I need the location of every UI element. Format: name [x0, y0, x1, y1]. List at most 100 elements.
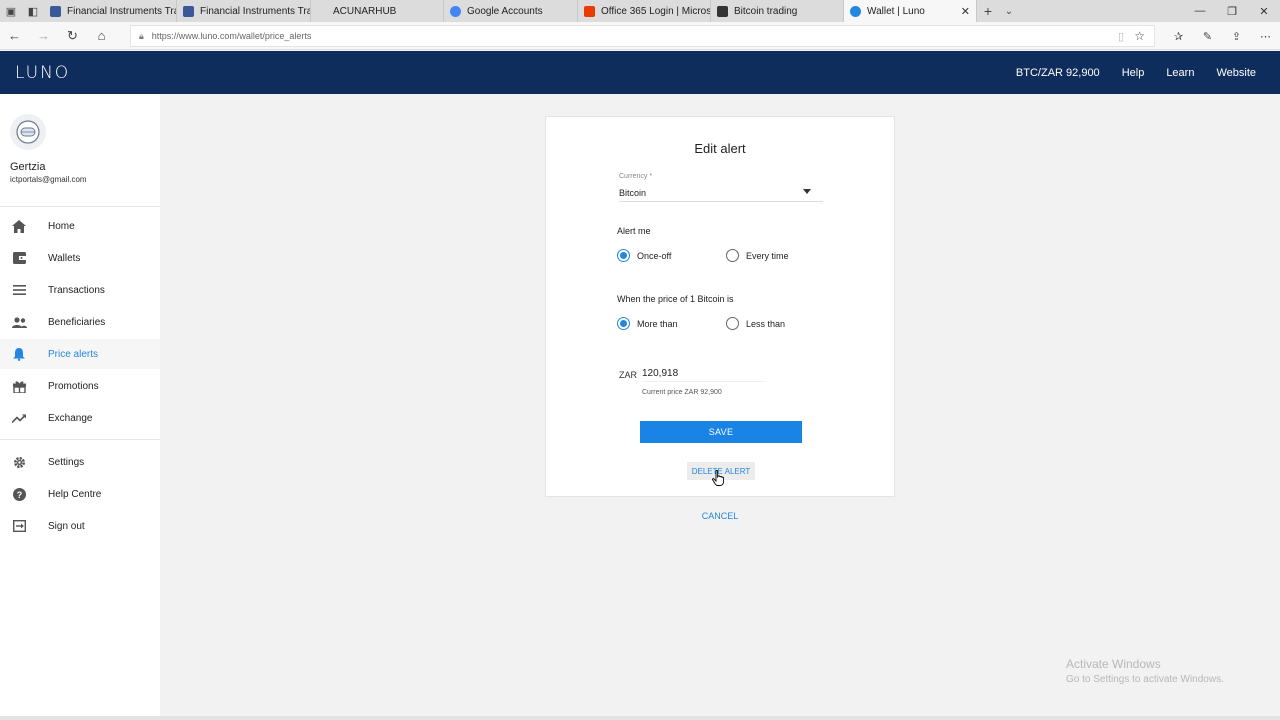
app-header: LUNO BTC/ZAR 92,900 Help Learn Website	[0, 51, 1280, 94]
close-window-icon[interactable]: ✕	[1248, 0, 1280, 22]
radio-label: More than	[637, 318, 678, 329]
people-icon	[10, 315, 28, 329]
close-tab-icon[interactable]: ✕	[961, 5, 970, 18]
help-icon: ?	[10, 487, 28, 501]
sidebar-item-wallets[interactable]: Wallets	[0, 243, 160, 273]
gear-icon	[10, 455, 28, 469]
trending-up-icon	[10, 411, 28, 425]
luno-logo[interactable]: LUNO	[15, 63, 70, 83]
share-icon[interactable]: ⇪	[1222, 22, 1251, 50]
sidebar-item-transactions[interactable]: Transactions	[0, 275, 160, 305]
radio-label: Every time	[746, 250, 789, 261]
tab-label: Google Accounts	[467, 5, 543, 17]
restore-icon[interactable]: ❐	[1216, 0, 1248, 22]
dropdown-caret-icon	[803, 189, 811, 194]
browser-tab[interactable]: Financial Instruments Tradir	[177, 0, 311, 22]
tab-label: Office 365 Login | Microsoft	[601, 5, 711, 17]
page-title: Edit alert	[694, 141, 746, 156]
more-icon[interactable]: ⋯	[1251, 22, 1280, 50]
lock-icon: 🔒︎	[139, 30, 144, 41]
sidebar-item-price-alerts[interactable]: Price alerts	[0, 339, 160, 369]
currency-value: Bitcoin	[619, 188, 647, 198]
google-icon	[450, 5, 461, 17]
radio-once-off[interactable]: Once-off	[617, 249, 671, 262]
astronaut-icon	[16, 120, 40, 144]
sidebar-item-home[interactable]: Home	[0, 211, 160, 241]
back-icon[interactable]: ←	[0, 22, 29, 50]
edit-alert-card: Edit alert Currency * Bitcoin Alert me O…	[545, 116, 895, 497]
tab-label: ACUNARHUB	[333, 5, 397, 17]
browser-tab[interactable]: Office 365 Login | Microsoft	[578, 0, 711, 22]
pen-icon[interactable]: ✎	[1193, 22, 1222, 50]
chevron-down-icon[interactable]: ⌄	[999, 6, 1019, 17]
save-button[interactable]: SAVE	[640, 421, 802, 443]
radio-every-time[interactable]: Every time	[726, 249, 789, 262]
radio-unselected-icon[interactable]	[726, 249, 739, 262]
sidebar-item-label: Home	[48, 220, 75, 232]
forward-icon[interactable]: →	[29, 22, 58, 50]
radio-selected-icon[interactable]	[617, 317, 630, 330]
favorite-star-icon[interactable]: ☆	[1134, 29, 1145, 43]
sidebar-item-label: Sign out	[48, 520, 85, 532]
window-controls: — ❐ ✕	[1184, 0, 1280, 22]
radio-selected-icon[interactable]	[617, 249, 630, 262]
cancel-button[interactable]: CANCEL	[690, 511, 750, 521]
sidebar-item-promotions[interactable]: Promotions	[0, 371, 160, 401]
radio-label: Once-off	[637, 250, 672, 261]
url-field[interactable]: 🔒︎ https://www.luno.com/wallet/price_ale…	[130, 25, 1155, 47]
nav-learn[interactable]: Learn	[1166, 67, 1194, 79]
nav-help[interactable]: Help	[1122, 67, 1145, 79]
tab-label: Wallet | Luno	[867, 5, 925, 17]
reading-view-icon[interactable]: ▯	[1118, 30, 1124, 43]
current-price-hint: Current price ZAR 92,900	[642, 389, 722, 396]
favorites-icon[interactable]: ✰	[1164, 22, 1193, 50]
tab-preview-icon[interactable]: ◧	[22, 0, 44, 22]
home-icon	[10, 219, 28, 233]
radio-less-than[interactable]: Less than	[726, 317, 785, 330]
radio-unselected-icon[interactable]	[726, 317, 739, 330]
address-bar: ← → ↻ ⌂ 🔒︎ https://www.luno.com/wallet/p…	[0, 22, 1280, 50]
tab-actions-icon[interactable]: ▣	[0, 0, 22, 22]
gift-icon	[10, 379, 28, 393]
refresh-icon[interactable]: ↻	[58, 22, 87, 50]
sidebar-item-label: Transactions	[48, 284, 105, 296]
user-name: Gertzia	[10, 161, 46, 173]
price-input[interactable]: 120,918	[642, 366, 766, 382]
sidebar: Gertzia ictportals@gmail.com Home Wallet…	[0, 94, 160, 720]
condition-label: When the price of 1 Bitcoin is	[617, 294, 734, 304]
browser-tab[interactable]: ACUNARHUB	[311, 0, 444, 22]
bitcoin-site-icon	[717, 5, 728, 17]
browser-tab[interactable]: Bitcoin trading	[711, 0, 844, 22]
sidebar-item-label: Settings	[48, 456, 85, 468]
btc-zar-ticker[interactable]: BTC/ZAR 92,900	[1016, 67, 1100, 79]
sidebar-item-sign-out[interactable]: Sign out	[0, 511, 160, 541]
browser-tab[interactable]: Financial Instruments Tradir	[44, 0, 177, 22]
browser-tab-bar: ▣ ◧ Financial Instruments Tradir Financi…	[0, 0, 1280, 22]
home-page-icon[interactable]: ⌂	[87, 22, 116, 50]
radio-more-than[interactable]: More than	[617, 317, 678, 330]
browser-tab-active[interactable]: Wallet | Luno ✕	[844, 0, 977, 22]
currency-select[interactable]: Bitcoin	[619, 184, 823, 202]
taskbar-edge	[0, 716, 1280, 720]
sidebar-item-beneficiaries[interactable]: Beneficiaries	[0, 307, 160, 337]
new-tab-icon[interactable]: +	[977, 3, 999, 19]
activate-windows-title: Activate Windows	[1066, 657, 1161, 671]
bell-icon	[10, 347, 28, 361]
office-icon	[584, 5, 595, 17]
nav-website[interactable]: Website	[1216, 67, 1256, 79]
tab-label: Financial Instruments Tradir	[67, 5, 176, 17]
browser-tab[interactable]: Google Accounts	[444, 0, 578, 22]
sidebar-item-label: Price alerts	[48, 348, 99, 360]
sidebar-item-help-centre[interactable]: ? Help Centre	[0, 479, 160, 509]
avatar[interactable]	[10, 114, 46, 150]
sidebar-item-label: Help Centre	[48, 488, 102, 500]
list-icon	[10, 283, 28, 297]
sidebar-item-label: Exchange	[48, 412, 93, 424]
facebook-icon	[50, 5, 61, 17]
tab-label: Bitcoin trading	[734, 5, 798, 17]
sidebar-item-exchange[interactable]: Exchange	[0, 403, 160, 433]
minimize-icon[interactable]: —	[1184, 0, 1216, 22]
currency-label: Currency *	[619, 173, 653, 180]
radio-label: Less than	[746, 318, 786, 329]
sidebar-item-settings[interactable]: Settings	[0, 447, 160, 477]
